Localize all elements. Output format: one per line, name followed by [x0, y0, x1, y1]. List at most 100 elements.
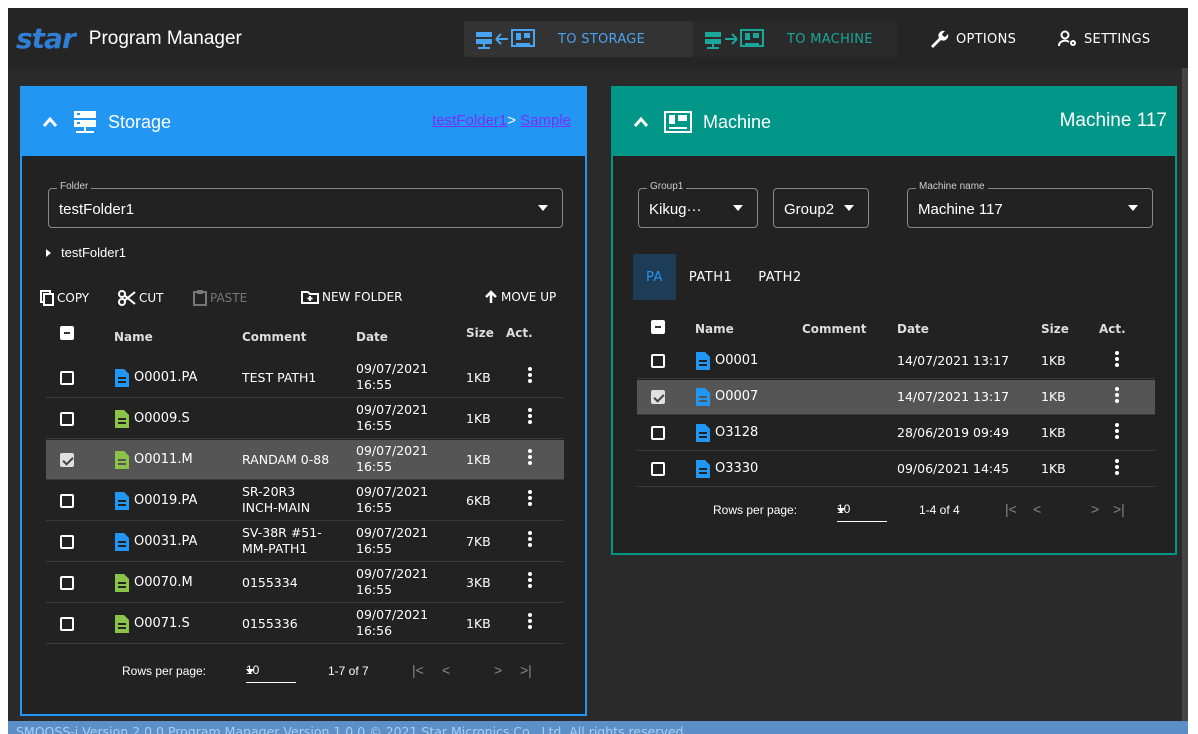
row-actions-icon[interactable] [528, 531, 532, 549]
table-row[interactable]: O3330 09/06/2021 14:45 1KB [637, 452, 1155, 487]
file-name: O0011.M [134, 452, 193, 467]
folder-tree-item[interactable]: testFolder1 [46, 245, 126, 260]
group1-select[interactable]: Group1 Kikug··· [638, 181, 758, 228]
row-actions-icon[interactable] [528, 613, 532, 631]
row-checkbox[interactable] [651, 426, 665, 440]
breadcrumb-sample[interactable]: Sample [520, 112, 571, 129]
table-row[interactable]: O0001.PA TEST PATH1 09/07/2021 16:55 1KB [46, 358, 564, 398]
select-all-checkbox[interactable] [651, 320, 665, 334]
row-checkbox[interactable] [651, 462, 665, 476]
table-row[interactable]: O0071.S 0155336 09/07/2021 16:56 1KB [46, 604, 564, 644]
paste-button[interactable]: PASTE [193, 290, 247, 306]
column-header-name[interactable]: Name [114, 330, 153, 344]
prev-page-icon[interactable]: < [442, 662, 450, 678]
tab-pa[interactable]: PA [633, 254, 676, 300]
row-checkbox[interactable] [60, 617, 74, 631]
row-checkbox[interactable] [651, 354, 665, 368]
copy-button[interactable]: COPY [40, 290, 89, 306]
tab-path2[interactable]: PATH2 [745, 254, 814, 300]
machine-name-select[interactable]: Machine name Machine 117 [907, 181, 1153, 228]
table-row[interactable]: O0070.M 0155334 09/07/2021 16:55 3KB [46, 563, 564, 603]
row-actions-icon[interactable] [1115, 459, 1119, 477]
file-name: O0007 [715, 389, 759, 404]
file-size: 1KB [1041, 353, 1066, 368]
row-checkbox[interactable] [60, 494, 74, 508]
folder-select[interactable]: Folder testFolder1 [48, 181, 563, 228]
table-row[interactable]: O0009.S 09/07/2021 16:55 1KB [46, 399, 564, 439]
options-label: OPTIONS [956, 31, 1017, 47]
column-header-date[interactable]: Date [356, 330, 388, 344]
group1-select-value: Kikug··· [649, 201, 702, 218]
table-row[interactable]: O0019.PA SR-20R3 INCH-MAIN 09/07/2021 16… [46, 481, 564, 521]
new-folder-button[interactable]: NEW FOLDER [301, 290, 402, 304]
column-header-date[interactable]: Date [897, 322, 929, 336]
move-up-button[interactable]: MOVE UP [484, 290, 556, 304]
row-actions-icon[interactable] [528, 408, 532, 426]
star-logo: star [16, 21, 76, 55]
table-row[interactable]: O0001 14/07/2021 13:17 1KB [637, 344, 1155, 379]
group2-select[interactable]: Group2 [773, 188, 869, 228]
row-checkbox[interactable] [60, 453, 74, 467]
column-header-size[interactable]: Size [466, 326, 494, 340]
row-actions-icon[interactable] [528, 449, 532, 467]
row-checkbox[interactable] [60, 412, 74, 426]
row-actions-icon[interactable] [1115, 351, 1119, 369]
last-page-icon[interactable]: >| [1113, 501, 1125, 517]
paste-label: PASTE [210, 291, 248, 305]
move-up-label: MOVE UP [501, 290, 557, 304]
row-checkbox[interactable] [60, 371, 74, 385]
table-row-selected[interactable]: O0011.M RANDAM 0-88 09/07/2021 16:55 1KB [46, 440, 564, 480]
file-size: 1KB [1041, 389, 1066, 404]
breadcrumb: testFolder1> Sample [432, 112, 571, 129]
file-size: 1KB [466, 411, 491, 426]
chevron-up-icon[interactable] [42, 116, 58, 128]
file-size: 1KB [1041, 461, 1066, 476]
file-size: 3KB [466, 575, 491, 590]
to-machine-button[interactable]: TO MACHINE [693, 21, 897, 57]
file-time: 16:55 [356, 459, 393, 474]
tab-path1[interactable]: PATH1 [676, 254, 745, 300]
last-page-icon[interactable]: >| [520, 662, 532, 678]
settings-button[interactable]: SETTINGS [1048, 21, 1160, 57]
file-date: 09/07/2021 [356, 443, 429, 458]
table-row-selected[interactable]: O0007 14/07/2021 13:17 1KB [637, 380, 1155, 415]
table-row[interactable]: O3128 28/06/2019 09:49 1KB [637, 416, 1155, 451]
row-actions-icon[interactable] [528, 572, 532, 590]
column-header-size[interactable]: Size [1041, 322, 1069, 336]
column-header-name[interactable]: Name [695, 322, 734, 336]
row-actions-icon[interactable] [528, 490, 532, 508]
next-page-icon[interactable]: > [1091, 501, 1099, 517]
column-header-comment[interactable]: Comment [242, 330, 306, 344]
row-checkbox[interactable] [651, 390, 665, 404]
next-page-icon[interactable]: > [494, 662, 502, 678]
file-size: 7KB [466, 534, 491, 549]
prev-page-icon[interactable]: < [1033, 501, 1041, 517]
first-page-icon[interactable]: |< [412, 662, 424, 678]
first-page-icon[interactable]: |< [1005, 501, 1017, 517]
column-header-comment[interactable]: Comment [802, 322, 866, 336]
select-all-checkbox[interactable] [60, 326, 74, 340]
rows-per-page-select[interactable]: 10 [837, 500, 887, 522]
to-storage-button[interactable]: TO STORAGE [464, 21, 694, 57]
row-actions-icon[interactable] [1115, 387, 1119, 405]
file-date: 14/07/2021 13:17 [897, 389, 1010, 404]
group1-select-label: Group1 [647, 181, 687, 192]
row-checkbox[interactable] [60, 535, 74, 549]
footer-status: SMOOSS-i Version 2.0.0 Program Manager V… [8, 721, 1188, 734]
options-button[interactable]: OPTIONS [918, 21, 1026, 57]
table-row[interactable]: O0031.PA SV-38R #51- MM-PATH1 09/07/2021… [46, 522, 564, 562]
row-checkbox[interactable] [60, 576, 74, 590]
cut-button[interactable]: CUT [118, 290, 164, 306]
machine-title: Machine [703, 111, 772, 132]
breadcrumb-testfolder1[interactable]: testFolder1 [432, 112, 507, 129]
row-actions-icon[interactable] [1115, 423, 1119, 441]
vertical-scrollbar[interactable] [1182, 68, 1188, 721]
file-name: O0001 [715, 353, 759, 368]
file-comment: TEST PATH1 [242, 370, 317, 385]
row-actions-icon[interactable] [528, 367, 532, 385]
rows-per-page-select[interactable]: 10 [246, 661, 296, 683]
file-size: 6KB [466, 493, 491, 508]
file-time: 16:55 [356, 582, 393, 597]
file-name: O3330 [715, 461, 759, 476]
chevron-up-icon[interactable] [633, 116, 649, 128]
